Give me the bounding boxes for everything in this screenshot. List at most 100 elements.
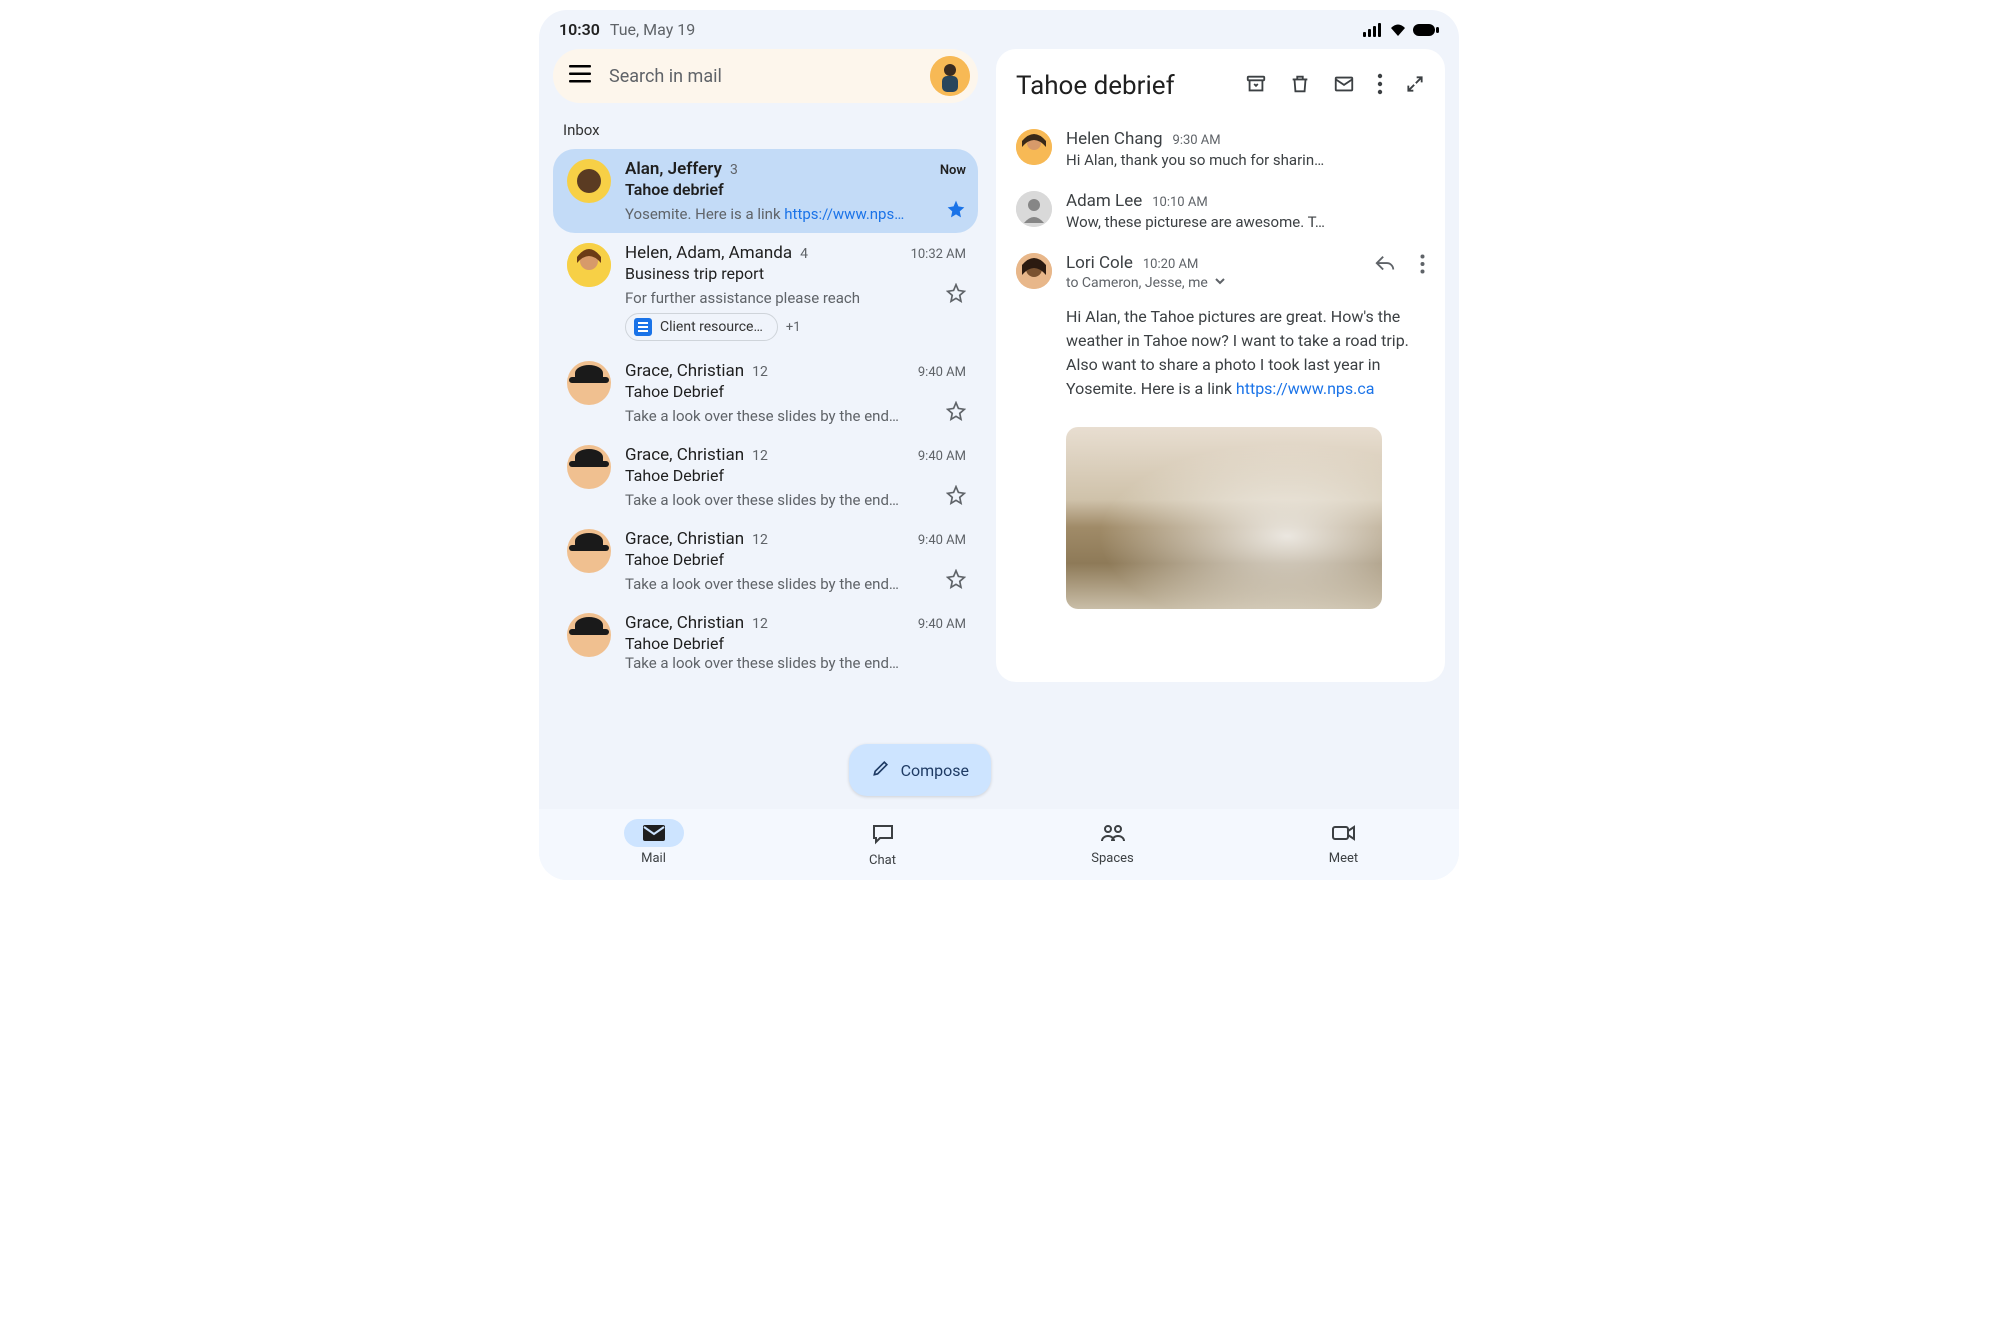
pencil-icon xyxy=(871,758,891,782)
thread-snippet: Take a look over these slides by the end… xyxy=(625,491,940,509)
compose-button[interactable]: Compose xyxy=(849,744,991,796)
snippet-link[interactable]: https://www.nps… xyxy=(784,205,904,223)
star-icon[interactable] xyxy=(946,401,966,425)
thread-title: Tahoe debrief xyxy=(1016,71,1175,101)
thread-time: 9:40 AM xyxy=(918,617,966,632)
compose-label: Compose xyxy=(901,761,969,780)
thread-senders: Grace, Christian xyxy=(625,445,744,465)
app-window: 10:30 Tue, May 19 Search in mail xyxy=(539,10,1459,880)
spaces-icon xyxy=(1082,819,1144,847)
message-snippet: Hi Alan, thank you so much for sharin… xyxy=(1066,151,1425,169)
meet-icon xyxy=(1313,819,1375,847)
more-icon[interactable] xyxy=(1420,254,1425,278)
message-time: 10:10 AM xyxy=(1152,195,1207,210)
mail-icon xyxy=(624,819,684,847)
thread-subject: Tahoe Debrief xyxy=(625,634,966,653)
status-bar: 10:30 Tue, May 19 xyxy=(539,10,1459,49)
status-date: Tue, May 19 xyxy=(610,20,695,39)
sender-avatar xyxy=(567,159,611,203)
thread-time: 9:40 AM xyxy=(918,533,966,548)
thread-subject: Tahoe Debrief xyxy=(625,550,966,569)
reply-icon[interactable] xyxy=(1374,253,1396,279)
thread-item[interactable]: Grace, Christian 12 9:40 AM Tahoe Debrie… xyxy=(553,351,978,435)
sender-avatar xyxy=(1016,129,1052,165)
thread-snippet: Take a look over these slides by the end… xyxy=(625,575,940,593)
sender-avatar xyxy=(567,361,611,405)
thread-count: 12 xyxy=(752,448,768,464)
thread-count: 3 xyxy=(730,162,738,178)
nav-meet[interactable]: Meet xyxy=(1313,819,1375,868)
star-icon[interactable] xyxy=(946,199,966,223)
thread-snippet: Yosemite. Here is a link https://www.nps… xyxy=(625,205,940,223)
star-icon[interactable] xyxy=(946,283,966,307)
thread-item[interactable]: Grace, Christian 12 9:40 AM Tahoe Debrie… xyxy=(553,519,978,603)
search-placeholder: Search in mail xyxy=(609,66,912,87)
chevron-down-icon[interactable] xyxy=(1214,275,1226,291)
thread-item[interactable]: Alan, Jeffery 3 Now Tahoe debrief Yosemi… xyxy=(553,149,978,233)
inbox-label: Inbox xyxy=(553,103,978,149)
thread-subject: Tahoe Debrief xyxy=(625,382,966,401)
message-recipients[interactable]: to Cameron, Jesse, me xyxy=(1066,275,1226,291)
thread-count: 12 xyxy=(752,532,768,548)
message-time: 10:20 AM xyxy=(1143,257,1198,272)
thread-senders: Grace, Christian xyxy=(625,613,744,633)
message-time: 9:30 AM xyxy=(1173,133,1221,148)
thread-time: 9:40 AM xyxy=(918,365,966,380)
archive-icon[interactable] xyxy=(1245,73,1267,99)
thread-count: 12 xyxy=(752,616,768,632)
message-expanded: Lori Cole 10:20 AM to Cameron, Jesse, me xyxy=(1016,253,1425,609)
thread-item[interactable]: Grace, Christian 12 9:40 AM Tahoe Debrie… xyxy=(553,435,978,519)
thread-count: 4 xyxy=(800,246,808,262)
message-collapsed[interactable]: Helen Chang 9:30 AM Hi Alan, thank you s… xyxy=(1016,129,1425,169)
thread-subject: Tahoe debrief xyxy=(625,180,966,199)
sender-avatar xyxy=(1016,191,1052,227)
message-collapsed[interactable]: Adam Lee 10:10 AM Wow, these picturese a… xyxy=(1016,191,1425,231)
star-icon[interactable] xyxy=(946,569,966,593)
message-sender: Helen Chang xyxy=(1066,129,1163,149)
expand-icon[interactable] xyxy=(1405,74,1425,98)
account-avatar[interactable] xyxy=(930,56,970,96)
thread-senders: Grace, Christian xyxy=(625,361,744,381)
attachment-more[interactable]: +1 xyxy=(786,320,801,335)
sender-avatar xyxy=(567,243,611,287)
body-link[interactable]: https://www.nps.ca xyxy=(1236,379,1375,398)
chip-label: Client resource… xyxy=(660,319,763,335)
star-icon[interactable] xyxy=(946,485,966,509)
delete-icon[interactable] xyxy=(1289,73,1311,99)
nav-label: Mail xyxy=(641,851,666,866)
thread-time: 9:40 AM xyxy=(918,449,966,464)
doc-icon xyxy=(634,318,652,336)
thread-item[interactable]: Grace, Christian 12 9:40 AM Tahoe Debrie… xyxy=(553,603,978,682)
thread-time: Now xyxy=(940,163,966,178)
chat-icon xyxy=(853,819,913,849)
nav-label: Chat xyxy=(869,853,896,868)
menu-icon[interactable] xyxy=(569,65,591,87)
mark-unread-icon[interactable] xyxy=(1333,73,1355,99)
sender-avatar xyxy=(567,445,611,489)
message-sender: Adam Lee xyxy=(1066,191,1142,211)
attachment-image[interactable] xyxy=(1066,427,1382,609)
sender-avatar xyxy=(567,613,611,657)
thread-time: 10:32 AM xyxy=(911,247,966,262)
mail-list-pane: Search in mail Inbox Alan, Jeffery 3 Now xyxy=(553,49,978,682)
thread-snippet: For further assistance please reach xyxy=(625,289,940,307)
message-sender: Lori Cole xyxy=(1066,253,1133,273)
message-snippet: Wow, these picturese are awesome. T… xyxy=(1066,213,1425,231)
message-pane: Tahoe debrief xyxy=(996,49,1445,682)
nav-mail[interactable]: Mail xyxy=(624,819,684,868)
more-icon[interactable] xyxy=(1377,73,1383,99)
sender-avatar xyxy=(1016,253,1052,289)
nav-spaces[interactable]: Spaces xyxy=(1082,819,1144,868)
nav-chat[interactable]: Chat xyxy=(853,819,913,868)
wifi-icon xyxy=(1389,23,1407,37)
thread-senders: Grace, Christian xyxy=(625,529,744,549)
attachment-chip[interactable]: Client resource… xyxy=(625,313,778,341)
nav-label: Spaces xyxy=(1091,851,1134,866)
sender-avatar xyxy=(567,529,611,573)
message-body: Hi Alan, the Tahoe pictures are great. H… xyxy=(1066,305,1425,401)
thread-snippet: Take a look over these slides by the end… xyxy=(625,654,966,672)
thread-item[interactable]: Helen, Adam, Amanda 4 10:32 AM Business … xyxy=(553,233,978,351)
search-bar[interactable]: Search in mail xyxy=(553,49,978,103)
status-time: 10:30 xyxy=(559,20,600,39)
thread-snippet: Take a look over these slides by the end… xyxy=(625,407,940,425)
